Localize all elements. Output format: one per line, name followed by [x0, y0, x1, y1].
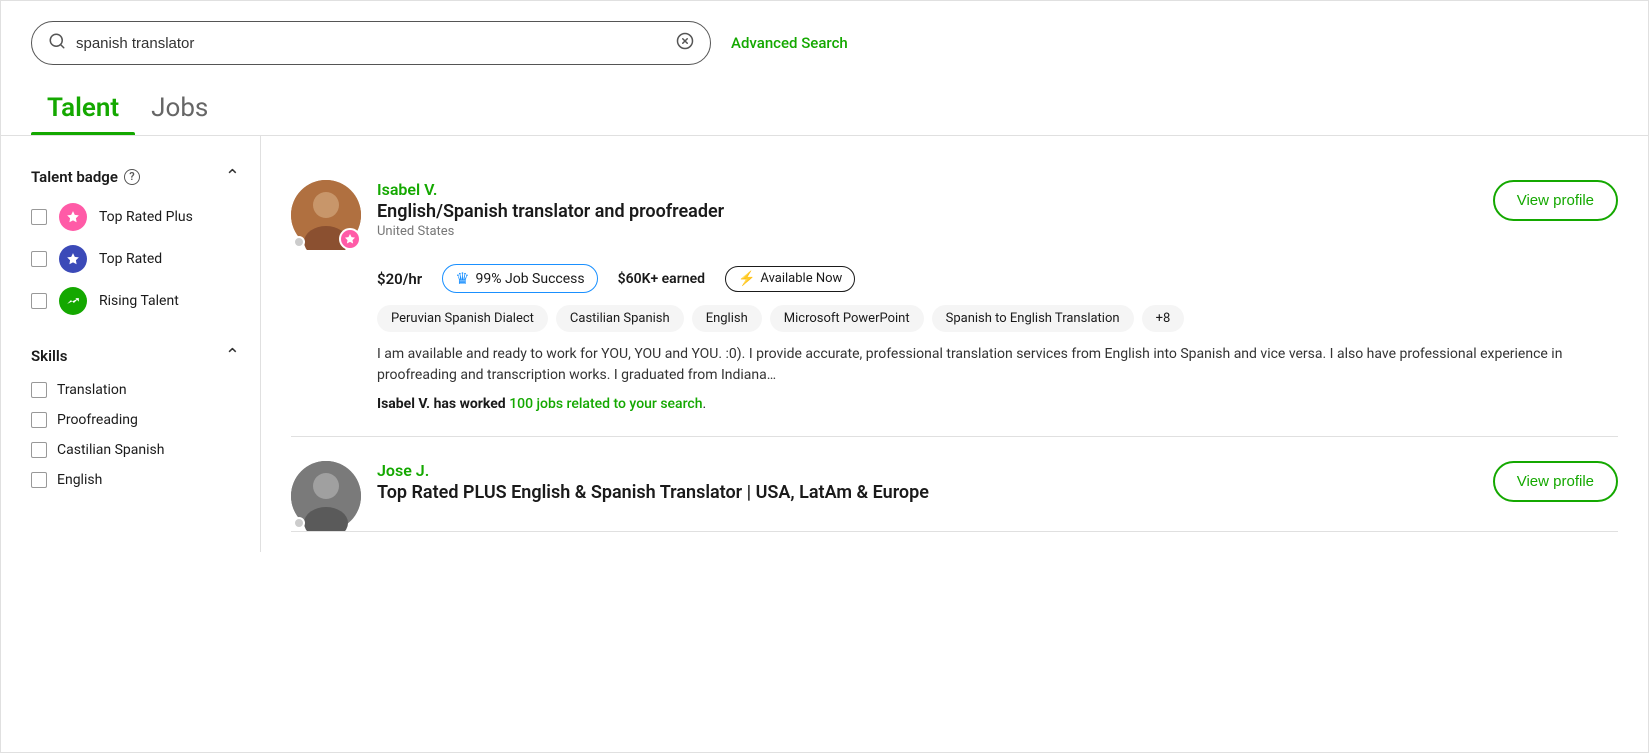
skill-item-english[interactable]: English — [31, 472, 240, 488]
card-info-jose: Jose J. Top Rated PLUS English & Spanish… — [377, 461, 1477, 505]
available-badge-isabel: ⚡ Available Now — [725, 266, 855, 292]
top-rated-label: Top Rated — [99, 251, 162, 267]
tab-talent[interactable]: Talent — [31, 85, 135, 135]
freelancer-location-isabel: United States — [377, 224, 1477, 239]
top-rated-badge-icon — [59, 245, 87, 273]
skill-item-proofreading[interactable]: Proofreading — [31, 412, 240, 428]
bolt-icon-isabel: ⚡ — [738, 271, 755, 287]
main-layout: Talent badge ? ⌃ Top Rated Plus — [1, 136, 1648, 552]
filter-item-top-rated[interactable]: Top Rated — [31, 245, 240, 273]
skills-section: Skills ⌃ Translation Proofreading Castil… — [31, 345, 240, 488]
rising-talent-label: Rising Talent — [99, 293, 179, 309]
skill-tag-4-isabel[interactable]: Spanish to English Translation — [932, 305, 1134, 332]
skill-tag-more-isabel[interactable]: +8 — [1142, 305, 1185, 332]
skill-tag-1-isabel[interactable]: Castilian Spanish — [556, 305, 684, 332]
checkbox-castilian-spanish[interactable] — [31, 442, 47, 458]
freelancer-card-isabel: Isabel V. English/Spanish translator and… — [291, 156, 1618, 437]
filter-item-rising-talent[interactable]: Rising Talent — [31, 287, 240, 315]
clear-icon[interactable] — [676, 32, 694, 54]
checkbox-proofreading[interactable] — [31, 412, 47, 428]
talent-badge-header: Talent badge ? ⌃ — [31, 166, 240, 187]
jobs-end-isabel: . — [703, 396, 707, 412]
checkbox-top-rated[interactable] — [31, 251, 47, 267]
top-rated-plus-label: Top Rated Plus — [99, 209, 193, 225]
tab-jobs[interactable]: Jobs — [135, 85, 224, 135]
skill-tag-0-isabel[interactable]: Peruvian Spanish Dialect — [377, 305, 548, 332]
jobs-count-isabel[interactable]: 100 jobs related to your search — [509, 396, 702, 412]
view-profile-button-jose[interactable]: View profile — [1493, 461, 1618, 502]
checkbox-english[interactable] — [31, 472, 47, 488]
sidebar: Talent badge ? ⌃ Top Rated Plus — [1, 136, 261, 552]
tabs-area: Talent Jobs — [1, 85, 1648, 136]
earned-isabel: $60K+ earned — [618, 271, 705, 287]
avatar-wrapper-jose — [291, 461, 361, 531]
skills-title: Skills — [31, 347, 67, 365]
badge-overlay-isabel — [339, 228, 361, 250]
skill-item-castilian-spanish[interactable]: Castilian Spanish — [31, 442, 240, 458]
search-icon — [48, 32, 66, 54]
description-isabel: I am available and ready to work for YOU… — [377, 344, 1618, 386]
stat-rate-isabel: $20/hr — [377, 270, 422, 288]
checkbox-top-rated-plus[interactable] — [31, 209, 47, 225]
search-bar-area: Advanced Search — [1, 1, 1648, 75]
filter-item-top-rated-plus[interactable]: Top Rated Plus — [31, 203, 240, 231]
card-info-isabel: Isabel V. English/Spanish translator and… — [377, 180, 1477, 239]
checkbox-translation[interactable] — [31, 382, 47, 398]
skills-row-isabel: Peruvian Spanish Dialect Castilian Spani… — [377, 305, 1618, 332]
online-indicator-isabel — [293, 236, 305, 248]
skills-collapse-icon[interactable]: ⌃ — [225, 345, 240, 366]
search-input[interactable] — [76, 35, 666, 52]
jobs-worked-isabel: Isabel V. has worked 100 jobs related to… — [377, 396, 1618, 412]
skill-item-translation[interactable]: Translation — [31, 382, 240, 398]
avatar-wrapper-isabel — [291, 180, 361, 250]
freelancer-title-jose: Top Rated PLUS English & Spanish Transla… — [377, 482, 1477, 503]
jobs-worked-label-isabel: Isabel V. has worked — [377, 396, 506, 412]
results-area: Isabel V. English/Spanish translator and… — [261, 136, 1648, 552]
talent-badge-section: Talent badge ? ⌃ Top Rated Plus — [31, 166, 240, 315]
skills-label: Skills — [31, 347, 67, 365]
stats-row-isabel: $20/hr ♛ 99% Job Success $60K+ earned ⚡ … — [377, 264, 1618, 293]
talent-badge-label: Talent badge — [31, 168, 118, 186]
skill-label-castilian-spanish: Castilian Spanish — [57, 442, 164, 458]
talent-badge-title: Talent badge ? — [31, 168, 140, 186]
card-top-jose: Jose J. Top Rated PLUS English & Spanish… — [291, 461, 1618, 531]
skill-tag-3-isabel[interactable]: Microsoft PowerPoint — [770, 305, 924, 332]
skill-label-english: English — [57, 472, 102, 488]
rising-talent-badge-icon — [59, 287, 87, 315]
freelancer-title-isabel: English/Spanish translator and proofread… — [377, 201, 1477, 222]
job-success-text-isabel: 99% Job Success — [476, 271, 585, 287]
skill-label-proofreading: Proofreading — [57, 412, 138, 428]
freelancer-card-jose: Jose J. Top Rated PLUS English & Spanish… — [291, 437, 1618, 532]
checkbox-rising-talent[interactable] — [31, 293, 47, 309]
help-icon[interactable]: ? — [124, 169, 140, 185]
available-text-isabel: Available Now — [760, 271, 842, 286]
skill-label-translation: Translation — [57, 382, 127, 398]
search-box — [31, 21, 711, 65]
view-profile-button-isabel[interactable]: View profile — [1493, 180, 1618, 221]
page-wrapper: Advanced Search Talent Jobs Talent badge… — [0, 0, 1649, 753]
skill-tag-2-isabel[interactable]: English — [692, 305, 762, 332]
crown-icon-isabel: ♛ — [455, 269, 469, 288]
skills-header: Skills ⌃ — [31, 345, 240, 366]
online-indicator-jose — [293, 517, 305, 529]
top-rated-plus-badge-icon — [59, 203, 87, 231]
job-success-isabel: ♛ 99% Job Success — [442, 264, 597, 293]
talent-badge-collapse-icon[interactable]: ⌃ — [225, 166, 240, 187]
freelancer-name-isabel[interactable]: Isabel V. — [377, 180, 1477, 199]
advanced-search-link[interactable]: Advanced Search — [731, 34, 848, 52]
card-top-isabel: Isabel V. English/Spanish translator and… — [291, 180, 1618, 250]
freelancer-name-jose[interactable]: Jose J. — [377, 461, 1477, 480]
